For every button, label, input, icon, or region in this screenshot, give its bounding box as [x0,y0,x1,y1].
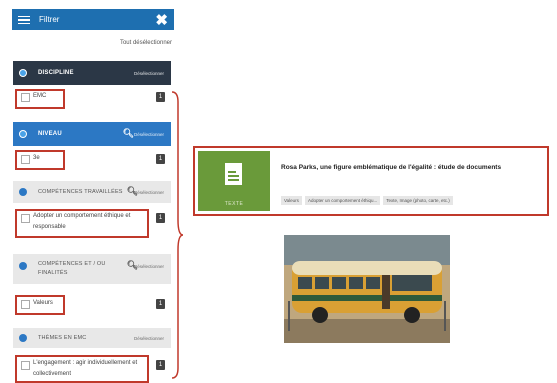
expand-icon [19,130,27,138]
count-badge: 1 [156,299,165,309]
resource-thumbnail: TEXTE [198,151,270,211]
count-badge: 1 [156,213,165,223]
expand-icon [19,69,27,77]
count-badge: 1 [156,92,165,102]
section-competences-header[interactable]: COMPÉTENCES TRAVAILLÉES 🔍︎ Désélectionne… [13,181,171,203]
unselect-link[interactable]: Désélectionner [134,264,164,269]
section-title: THÈMES EN EMC [38,335,87,341]
bus-photo [284,235,450,343]
filter-title: Filtrer [39,15,60,24]
section-title: NIVEAU [38,131,62,137]
unselect-link[interactable]: Désélectionner [134,132,164,137]
section-title: COMPÉTENCES TRAVAILLÉES [38,189,123,195]
section-finalites-header[interactable]: COMPÉTENCES ET / OU FINALITÉS 🔍︎ Désélec… [13,254,171,284]
count-badge: 1 [156,154,165,164]
highlight-box [15,150,65,170]
section-themes-header[interactable]: THÈMES EN EMC Désélectionner [13,328,171,348]
unselect-link[interactable]: Désélectionner [134,190,164,195]
unselect-link[interactable]: Désélectionner [134,336,164,341]
highlight-box [15,209,149,238]
section-title: COMPÉTENCES ET / OU FINALITÉS [38,261,106,276]
highlight-box [15,355,149,383]
result-card[interactable]: TEXTE Rosa Parks, une figure emblématiqu… [193,146,549,216]
result-title[interactable]: Rosa Parks, une figure emblématique de l… [281,164,501,171]
expand-icon [19,188,27,196]
highlight-box [15,89,65,109]
highlight-box [15,295,65,315]
section-discipline-header[interactable]: DISCIPLINE Désélectionner [13,61,171,85]
tag[interactable]: Adopter un comportement éthiqu... [304,196,381,205]
filter-header: Filtrer ✖ [12,9,174,30]
filter-settings-icon [18,14,30,26]
expand-icon [19,262,27,270]
unselect-link[interactable]: Désélectionner [134,71,164,76]
expand-icon [19,334,27,342]
brace-connector [171,91,184,379]
section-title: DISCIPLINE [38,70,74,76]
document-icon [225,163,242,185]
count-badge: 1 [156,360,165,370]
search-icon[interactable]: 🔍︎ [123,128,134,139]
tag[interactable]: Valeurs [281,196,302,205]
deselect-all-link[interactable]: Tout désélectionner [100,40,172,46]
tag[interactable]: Texte, Image (photo, carte, etc.) [383,196,453,205]
close-icon[interactable]: ✖ [155,11,168,29]
section-niveau-header[interactable]: NIVEAU 🔍︎ Désélectionner [13,122,171,146]
resource-type: TEXTE [224,201,244,207]
tag-list: Valeurs Adopter un comportement éthiqu..… [281,196,453,205]
